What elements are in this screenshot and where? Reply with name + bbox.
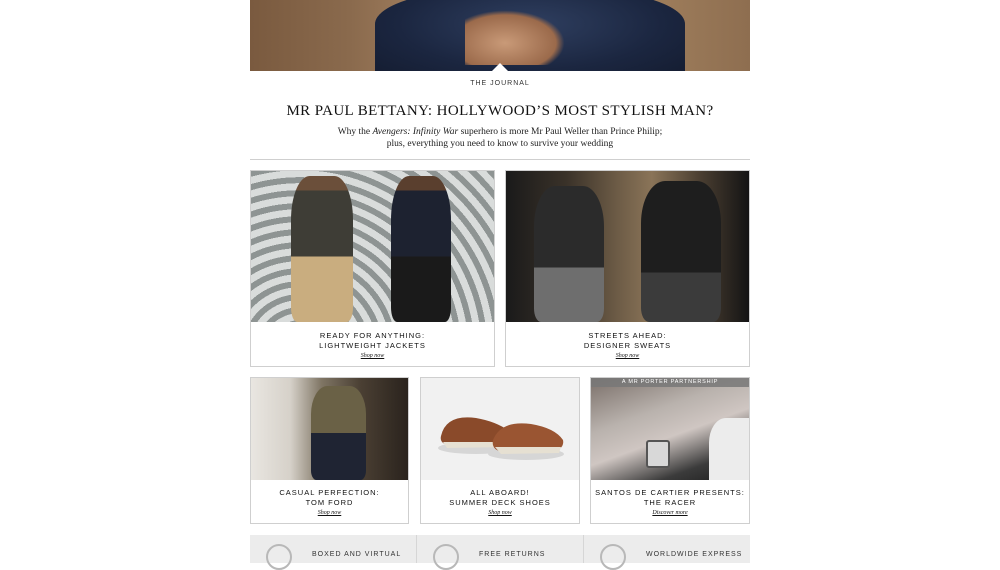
shop-now-link[interactable]: Shop now bbox=[251, 351, 494, 361]
card-title-line1: STREETS AHEAD: bbox=[588, 331, 667, 340]
watch-icon bbox=[646, 440, 670, 468]
hero-notch bbox=[491, 63, 509, 71]
service-label: BOXED AND VIRTUAL bbox=[312, 551, 402, 558]
deck-shoes-image bbox=[421, 378, 579, 480]
deck-shoes-illustration bbox=[438, 417, 564, 460]
card-caption: SANTOS DE CARTIER PRESENTS: THE RACER Di… bbox=[591, 488, 749, 518]
card-title-line2: THE RACER bbox=[643, 498, 697, 507]
promo-card-tom-ford[interactable]: CASUAL PERFECTION: TOM FORD Shop now bbox=[250, 377, 409, 524]
service-express[interactable]: WORLDWIDE EXPRESS bbox=[584, 535, 750, 570]
journal-headline[interactable]: MR PAUL BETTANY: HOLLYWOOD’S MOST STYLIS… bbox=[250, 103, 750, 120]
service-label: WORLDWIDE EXPRESS bbox=[646, 551, 743, 558]
shop-now-link[interactable]: Shop now bbox=[251, 508, 408, 518]
card-caption: READY FOR ANYTHING: LIGHTWEIGHT JACKETS … bbox=[251, 331, 494, 361]
card-title-line2: DESIGNER SWEATS bbox=[583, 341, 672, 350]
card-title-line2: LIGHTWEIGHT JACKETS bbox=[319, 341, 426, 350]
model-figure bbox=[534, 186, 604, 322]
shop-now-link[interactable]: Shop now bbox=[421, 508, 579, 518]
service-returns[interactable]: FREE RETURNS bbox=[417, 535, 584, 570]
promo-card-sweats[interactable]: STREETS AHEAD: DESIGNER SWEATS Shop now bbox=[505, 170, 750, 367]
cartier-image: A MR PORTER PARTNERSHIP bbox=[591, 378, 749, 480]
card-caption: ALL ABOARD! SUMMER DECK SHOES Shop now bbox=[421, 488, 579, 518]
card-caption: STREETS AHEAD: DESIGNER SWEATS Shop now bbox=[506, 331, 749, 361]
journal-standfirst: Why the Avengers: Infinity War superhero… bbox=[290, 126, 710, 150]
card-title-line1: READY FOR ANYTHING: bbox=[319, 331, 426, 340]
sweats-image bbox=[506, 171, 749, 322]
service-label: FREE RETURNS bbox=[479, 551, 546, 558]
card-title-line1: ALL ABOARD! bbox=[470, 488, 530, 497]
card-title-line2: SUMMER DECK SHOES bbox=[449, 498, 551, 507]
partnership-tag: A MR PORTER PARTNERSHIP bbox=[591, 378, 749, 387]
gift-icon bbox=[266, 544, 292, 570]
model-figure bbox=[641, 181, 721, 322]
section-kicker: THE JOURNAL bbox=[470, 80, 530, 87]
newsletter-page: THE JOURNAL MR PAUL BETTANY: HOLLYWOOD’S… bbox=[250, 0, 750, 570]
model-figure bbox=[291, 176, 353, 322]
car-shape bbox=[709, 418, 749, 480]
standfirst-film-title: Avengers: Infinity War bbox=[372, 127, 459, 137]
promo-card-jackets[interactable]: READY FOR ANYTHING: LIGHTWEIGHT JACKETS … bbox=[250, 170, 495, 367]
hero-hands bbox=[465, 10, 565, 65]
model-figure bbox=[311, 386, 366, 480]
shop-now-link[interactable]: Shop now bbox=[506, 351, 749, 361]
divider bbox=[250, 159, 750, 160]
discover-more-link[interactable]: Discover more bbox=[591, 508, 749, 518]
standfirst-text-line2: plus, everything you need to know to sur… bbox=[386, 139, 614, 149]
model-figure bbox=[391, 176, 451, 322]
tom-ford-image bbox=[251, 378, 408, 480]
card-title-line2: TOM FORD bbox=[305, 498, 354, 507]
returns-icon bbox=[433, 544, 459, 570]
promo-card-deck-shoes[interactable]: ALL ABOARD! SUMMER DECK SHOES Shop now bbox=[420, 377, 580, 524]
hero-image[interactable] bbox=[250, 0, 750, 71]
card-caption: CASUAL PERFECTION: TOM FORD Shop now bbox=[251, 488, 408, 518]
services-strip: BOXED AND VIRTUAL FREE RETURNS WORLDWIDE… bbox=[250, 535, 750, 570]
card-title-line1: CASUAL PERFECTION: bbox=[279, 488, 380, 497]
express-icon bbox=[600, 544, 626, 570]
jackets-image bbox=[251, 171, 494, 322]
standfirst-text-pre: Why the bbox=[337, 127, 373, 137]
card-title-line1: SANTOS DE CARTIER PRESENTS: bbox=[595, 488, 745, 497]
service-boxed[interactable]: BOXED AND VIRTUAL bbox=[250, 535, 417, 570]
standfirst-text-post: superhero is more Mr Paul Weller than Pr… bbox=[458, 127, 663, 137]
promo-card-cartier[interactable]: A MR PORTER PARTNERSHIP SANTOS DE CARTIE… bbox=[590, 377, 750, 524]
